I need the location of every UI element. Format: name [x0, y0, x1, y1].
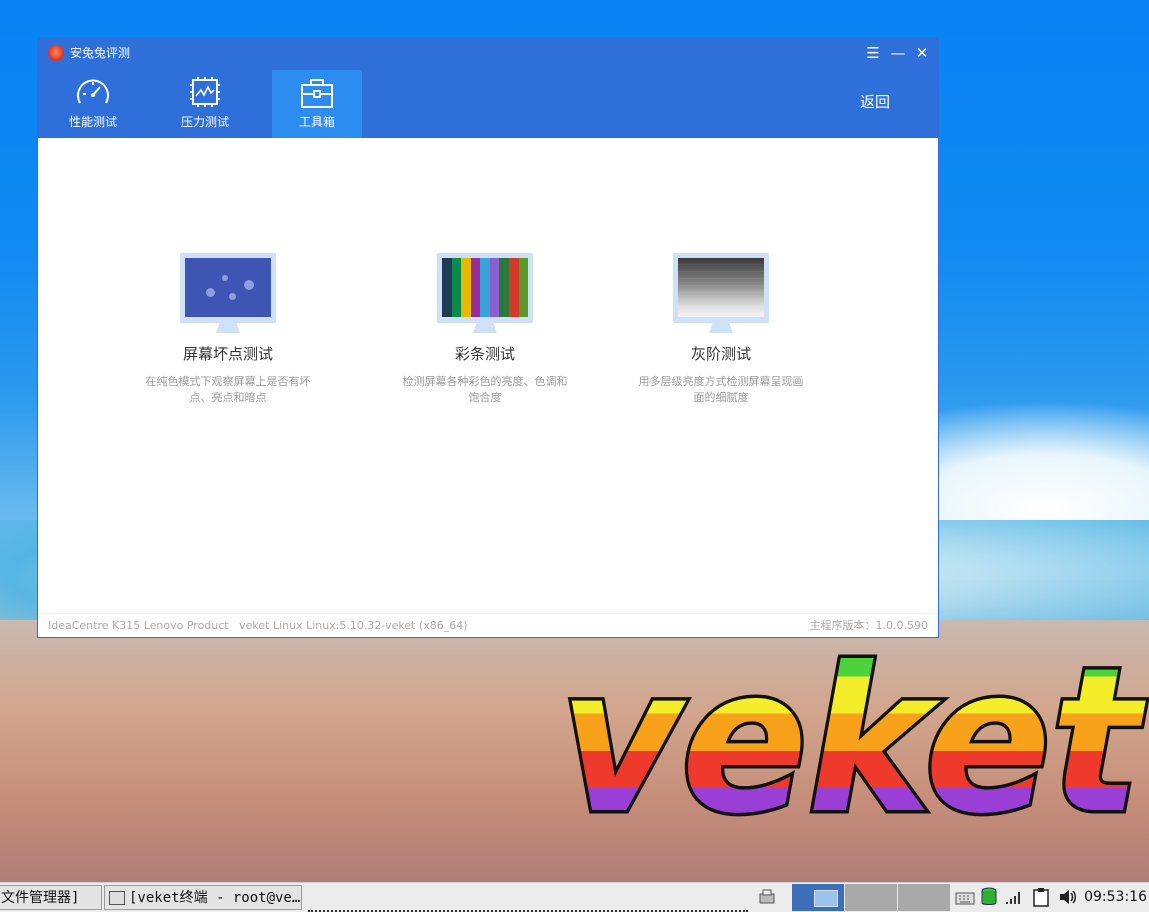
- color-bar: [518, 258, 528, 317]
- color-bar: [480, 258, 490, 317]
- veket-logo-text: veket: [560, 625, 1146, 840]
- tool-description: 用多层级亮度方式检测屏幕呈现画面的细腻度: [638, 375, 804, 404]
- chip-chart-icon: [190, 77, 220, 107]
- toolbox-icon: [301, 79, 333, 108]
- status-footer: IdeaCentre K315 Lenovo Product veket Lin…: [38, 613, 938, 639]
- color-bar: [499, 258, 509, 317]
- taskbar-file-manager[interactable]: 文件管理器]: [0, 885, 102, 910]
- menu-button[interactable]: ☰: [863, 43, 883, 63]
- color-bar: [470, 258, 481, 317]
- taskbar-terminal[interactable]: [veket终端 - root@ve…: [104, 885, 302, 910]
- tool-title: 屏幕坏点测试: [182, 345, 273, 363]
- os-info: veket Linux Linux:5.10.32-veket (x86_64): [239, 619, 468, 632]
- tab-stress[interactable]: 压力测试: [160, 70, 250, 138]
- tab-performance-label: 性能测试: [68, 115, 117, 129]
- workspace-3[interactable]: [898, 884, 950, 911]
- taskbar: 文件管理器] [veket终端 - root@ve… 09:53:16: [0, 882, 1149, 912]
- printer-icon[interactable]: [757, 887, 777, 907]
- tab-toolbox[interactable]: 工具箱: [272, 70, 362, 138]
- close-button[interactable]: ✕: [912, 43, 932, 63]
- keyboard-icon[interactable]: [955, 887, 975, 907]
- color-bars-monitor-icon: [437, 253, 533, 335]
- tab-toolbox-label: 工具箱: [298, 115, 335, 129]
- volume-icon[interactable]: [1058, 887, 1078, 907]
- tool-title: 灰阶测试: [690, 345, 751, 363]
- tab-performance[interactable]: 性能测试: [48, 70, 138, 138]
- toolbox-content: 屏幕坏点测试 在纯色模式下观察屏幕上是否有坏点、亮点和暗点 彩条测试 检测屏幕各…: [38, 138, 938, 613]
- taskbar-terminal-label: [veket终端 - root@ve…: [129, 890, 301, 906]
- back-button[interactable]: 返回: [860, 91, 890, 112]
- speedometer-icon: [77, 79, 109, 104]
- network-signal-icon[interactable]: [1003, 887, 1023, 907]
- tab-stress-label: 压力测试: [180, 115, 229, 129]
- tool-color-bars[interactable]: 彩条测试 检测屏幕各种彩色的亮度、色调和饱合度: [385, 253, 585, 406]
- terminal-icon: [109, 891, 125, 905]
- color-bar: [489, 258, 500, 317]
- workspace-1[interactable]: [792, 884, 844, 911]
- veket-logo: veket: [557, 620, 1149, 862]
- color-bar: [508, 258, 519, 317]
- database-icon[interactable]: [979, 887, 999, 907]
- window-title: 安兔兔评测: [70, 46, 131, 60]
- color-bar: [442, 258, 452, 317]
- tool-description: 检测屏幕各种彩色的亮度、色调和饱合度: [402, 375, 568, 404]
- version-info: 主程序版本：1.0.0.590: [809, 619, 928, 632]
- tool-description: 在纯色模式下观察屏幕上是否有坏点、亮点和暗点: [145, 375, 311, 404]
- workspace-2[interactable]: [845, 884, 897, 911]
- color-bar: [461, 258, 471, 317]
- dead-pixel-monitor-icon: [180, 253, 276, 335]
- tool-dead-pixel[interactable]: 屏幕坏点测试 在纯色模式下观察屏幕上是否有坏点、亮点和暗点: [128, 253, 328, 406]
- title-bar[interactable]: 安兔兔评测 ☰ — ✕ 性能测试 压力测试 工具箱 返回: [38, 38, 938, 138]
- clock[interactable]: 09:53:16: [1084, 883, 1147, 912]
- grayscale-monitor-icon: [673, 253, 769, 335]
- tool-title: 彩条测试: [454, 345, 515, 363]
- antutu-logo-icon: [48, 45, 64, 61]
- color-bar: [451, 258, 462, 317]
- device-info: IdeaCentre K315 Lenovo Product veket Lin…: [48, 619, 468, 632]
- clipboard-icon[interactable]: [1031, 887, 1051, 907]
- tool-grayscale[interactable]: 灰阶测试 用多层级亮度方式检测屏幕呈现画面的细腻度: [621, 253, 821, 406]
- minimize-button[interactable]: —: [888, 43, 908, 63]
- antutu-window: 安兔兔评测 ☰ — ✕ 性能测试 压力测试 工具箱 返回 屏幕坏点测试 在纯色模…: [37, 37, 939, 638]
